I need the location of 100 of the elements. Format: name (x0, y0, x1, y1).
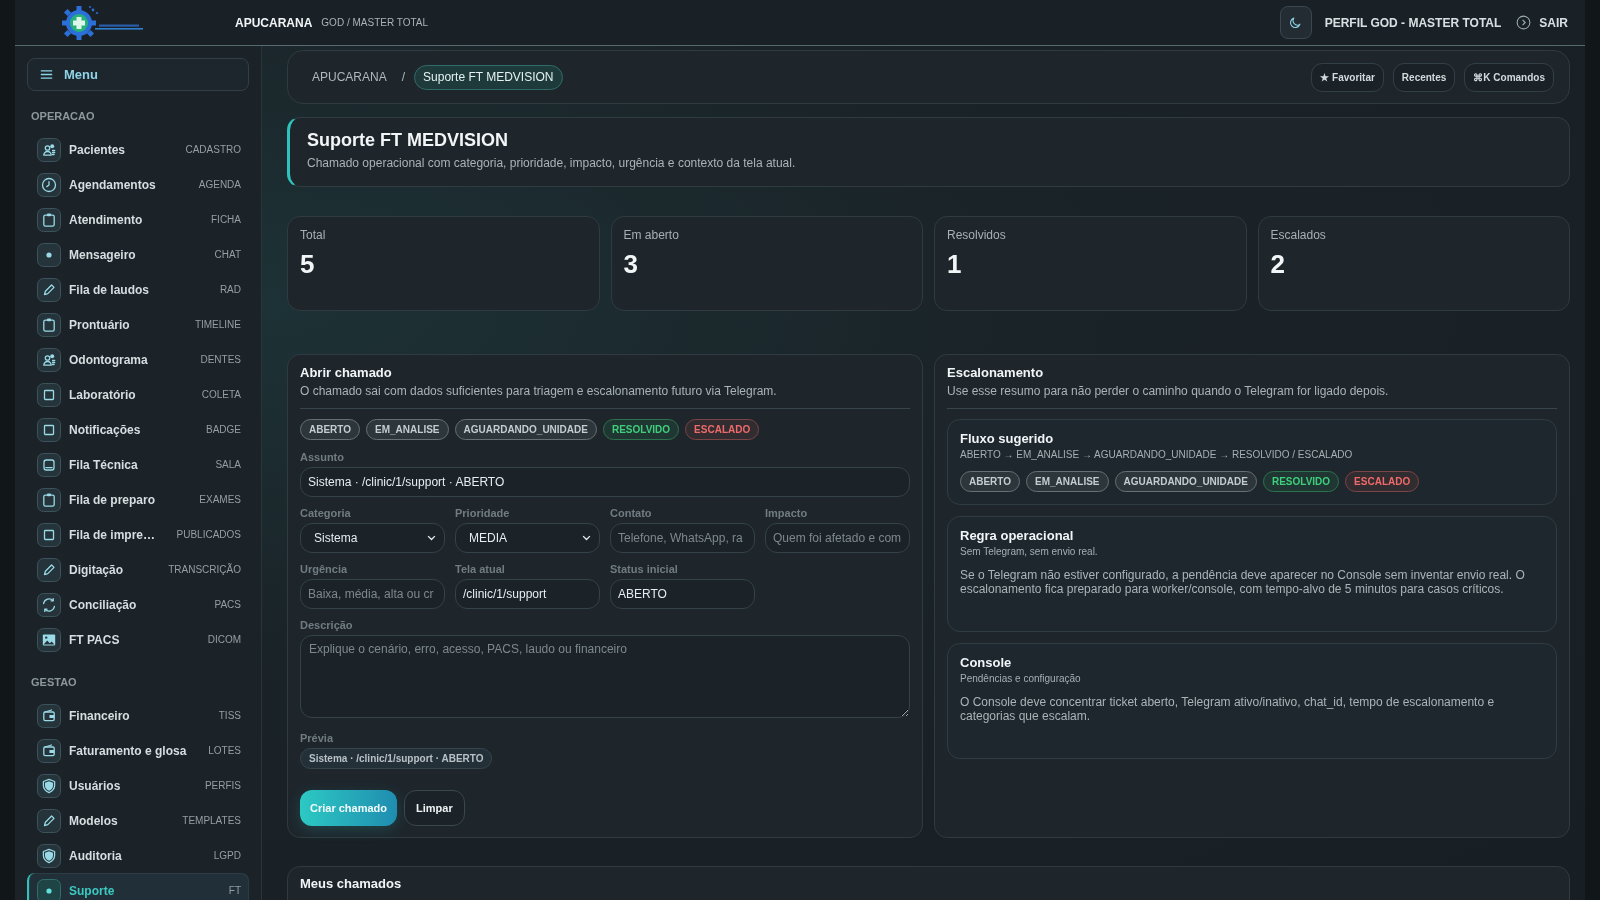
card-title: Regra operacional (960, 528, 1075, 544)
wallet-icon (37, 703, 61, 728)
input-field[interactable]: Telefone, WhatsApp, ra (610, 523, 755, 553)
sidebar-item[interactable]: Prontuário TIMELINE (27, 307, 249, 342)
field-label: Urgência (300, 562, 349, 576)
stat-label: Escalados (1270, 228, 1327, 242)
item-tag: AGENDA (198, 179, 241, 190)
section-title: OPERACAO (31, 109, 96, 123)
dropdown[interactable]: Sistema (300, 523, 445, 553)
clinic-name: APUCARANA (235, 15, 313, 30)
item-tag: PUBLICADOS (176, 529, 241, 540)
item-tag: EXAMES (199, 494, 241, 505)
card-title: Fluxo sugerido (960, 431, 1055, 447)
field-label: Contato (610, 506, 653, 520)
sidebar-item[interactable]: Atendimento FICHA (27, 202, 249, 237)
image-icon (37, 627, 61, 652)
sidebar-item[interactable]: Mensageiro CHAT (27, 237, 249, 272)
sidebar-item[interactable]: Digitação TRANSCRIÇÃO (27, 552, 249, 587)
item-tag: DENTES (200, 354, 241, 365)
flow-text: ABERTO → EM_ANALISE → AGUARDANDO_UNIDADE → RESOLVIDO / ESCALADO (960, 448, 1354, 462)
sidebar-item[interactable]: Fila de impre… PUBLICADOS (27, 517, 249, 552)
field-label: Prioridade (455, 506, 511, 520)
status-badge: AGUARDANDO_UNIDADE (454, 419, 597, 440)
card-text: Se o Telegram não estiver configurado, a pendência deve aparecer no Console sem inventar envio real. O escalonamento fica preparado para worker/console, com tempo-alvo de 5 minutos para casos críticos. (960, 568, 1526, 596)
field-label: Assunto (300, 450, 345, 464)
item-tag: TIMELINE (194, 319, 241, 330)
sidebar-item[interactable]: Pacientes CADASTRO (27, 132, 249, 167)
sidebar-item[interactable]: Faturamento e glosa LOTES (27, 733, 249, 768)
toolbar-button[interactable]: ★ Favoritar (1311, 62, 1384, 92)
item-tag: FICHA (211, 214, 241, 225)
pencil-icon (37, 277, 61, 302)
sidebar-item[interactable]: Notificações BADGE (27, 412, 249, 447)
input-field[interactable]: Quem foi afetado e com (765, 523, 910, 553)
breadcrumb-separator: / (401, 70, 406, 84)
item-tag: TISS (218, 710, 241, 721)
panel-title: Escalonamento (947, 365, 1045, 381)
sidebar-item[interactable]: Odontograma DENTES (27, 342, 249, 377)
field-label: Categoria (300, 506, 352, 520)
chevron-circle-icon (1516, 15, 1532, 30)
sidebar-item[interactable]: Suporte FT (27, 873, 249, 900)
field-label: Prévia (300, 731, 334, 745)
sidebar-item[interactable]: Financeiro TISS (27, 698, 249, 733)
clipboard-icon (37, 207, 61, 232)
item-tag: TRANSCRIÇÃO (168, 564, 241, 575)
item-tag: COLETA (201, 389, 241, 400)
sidebar-item[interactable]: FT PACS DICOM (27, 622, 249, 657)
input-field[interactable]: Baixa, média, alta ou cr (300, 579, 445, 609)
chevron-down-icon (582, 535, 591, 541)
input-field[interactable]: Sistema · /clinic/1/support · ABERTO (300, 467, 910, 497)
textarea-field[interactable]: Explique o cenário, erro, acesso, PACS, laudo ou financeiro (300, 635, 910, 718)
input-field[interactable]: ABERTO (610, 579, 755, 609)
sidebar-item[interactable]: Agendamentos AGENDA (27, 167, 249, 202)
shield-icon (37, 843, 61, 868)
sidebar-item[interactable]: Usuários PERFIS (27, 768, 249, 803)
input-field[interactable]: /clinic/1/support (455, 579, 600, 609)
breadcrumb-link[interactable]: Suporte FT MEDVISION (414, 64, 563, 90)
toolbar-button[interactable]: Recentes (1392, 62, 1456, 92)
stat-value: 5 (300, 249, 316, 279)
item-tag: LGPD (213, 850, 241, 861)
menu-icon (40, 69, 53, 80)
stat-value: 2 (1270, 249, 1286, 279)
logout-button[interactable]: SAIR (1516, 15, 1568, 30)
stat-label: Resolvidos (947, 228, 1007, 242)
square-icon (37, 417, 61, 442)
stat-value: 1 (947, 249, 963, 279)
breadcrumb-link[interactable]: APUCARANA (311, 69, 388, 85)
clear-button[interactable]: Limpar (404, 790, 465, 826)
rounded-square-icon (37, 452, 61, 477)
status-badge: ESCALADO (1345, 471, 1420, 492)
status-badge: ABERTO (300, 419, 361, 440)
sidebar-item[interactable]: Laboratório COLETA (27, 377, 249, 412)
sidebar-item[interactable]: Auditoria LGPD (27, 838, 249, 873)
dropdown[interactable]: MEDIA (455, 523, 600, 553)
item-tag: FT (228, 885, 241, 896)
sidebar-item[interactable]: Conciliação PACS (27, 587, 249, 622)
clipboard-icon (37, 312, 61, 337)
theme-toggle-button[interactable] (1279, 6, 1312, 39)
toolbar-button[interactable]: ⌘K Comandos (1464, 62, 1554, 92)
field-label: Status inicial (610, 562, 679, 576)
card-title: Console (960, 655, 1013, 671)
users-icon (37, 347, 61, 372)
chevron-down-icon (427, 535, 436, 541)
status-badge: EM_ANALISE (1026, 471, 1109, 492)
card-subtitle: Sem Telegram, sem envio real. (960, 545, 1099, 558)
panel-title: Abrir chamado (300, 365, 393, 381)
menu-button[interactable]: Menu (27, 58, 249, 91)
shield-icon (37, 773, 61, 798)
status-badge: RESOLVIDO (1262, 471, 1340, 492)
status-badge: RESOLVIDO (602, 419, 680, 440)
item-tag: DICOM (207, 634, 241, 645)
pencil-icon (37, 557, 61, 582)
field-label: Tela atual (455, 562, 506, 576)
clock-icon (37, 172, 61, 197)
square-icon (37, 522, 61, 547)
square-icon (37, 382, 61, 407)
sidebar-item[interactable]: Fila de preparo EXAMES (27, 482, 249, 517)
sidebar-item[interactable]: Fila de laudos RAD (27, 272, 249, 307)
item-tag: LOTES (208, 745, 241, 756)
sidebar-item[interactable]: Fila Técnica SALA (27, 447, 249, 482)
sidebar-item[interactable]: Modelos TEMPLATES (27, 803, 249, 838)
